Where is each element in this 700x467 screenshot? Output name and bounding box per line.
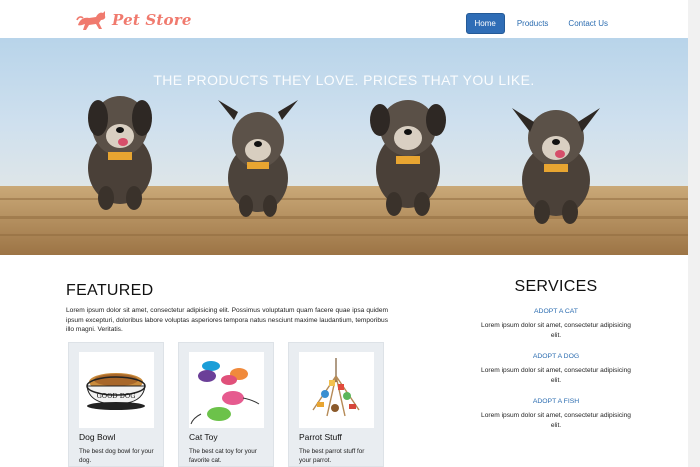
service-item: ADOPT A FISH Lorem ipsum dolor sit amet,… — [478, 398, 634, 430]
product-desc: The best cat toy for your favorite cat. — [189, 448, 257, 464]
page-scrollbar[interactable] — [688, 0, 700, 467]
product-card-parrot-stuff[interactable]: Parrot Stuff The best parrot stuff for y… — [288, 342, 384, 467]
service-text: Lorem ipsum dolor sit amet, consectetur … — [481, 367, 631, 384]
service-link-adopt-cat[interactable]: ADOPT A CAT — [478, 308, 634, 315]
dog-bowl-image: GOOD DOG — [79, 352, 154, 428]
brand-name: Pet Store — [112, 11, 192, 29]
services-heading: SERVICES — [514, 278, 598, 295]
brand-logo[interactable]: Pet Store — [74, 6, 192, 34]
hero-tagline: THE PRODUCTS THEY LOVE. PRICES THAT YOU … — [153, 72, 535, 88]
product-title: Cat Toy — [189, 432, 218, 442]
hero-banner: THE PRODUCTS THEY LOVE. PRICES THAT YOU … — [0, 38, 688, 255]
nav-contact-us[interactable]: Contact Us — [560, 14, 616, 33]
service-item: ADOPT A CAT Lorem ipsum dolor sit amet, … — [478, 308, 634, 340]
service-item: ADOPT A DOG Lorem ipsum dolor sit amet, … — [478, 353, 634, 385]
bowl-label: GOOD DOG — [97, 392, 136, 400]
product-desc: The best dog bowl for your dog. — [79, 448, 154, 464]
product-title: Parrot Stuff — [299, 432, 342, 442]
hero-dogs-image — [0, 96, 688, 255]
featured-intro: Lorem ipsum dolor sit amet, consectetur … — [66, 307, 388, 333]
product-card-cat-toy[interactable]: Cat Toy The best cat toy for your favori… — [178, 342, 274, 467]
cat-toy-image — [189, 352, 264, 428]
featured-heading: FEATURED — [66, 282, 154, 299]
product-title: Dog Bowl — [79, 432, 116, 442]
dog-1 — [88, 96, 152, 210]
parrot-stuff-image — [299, 352, 374, 428]
nav-products[interactable]: Products — [509, 14, 557, 33]
site-header: Pet Store Home Products Contact Us — [0, 0, 688, 38]
services-section: SERVICES ADOPT A CAT Lorem ipsum dolor s… — [478, 278, 634, 430]
main-nav: Home Products Contact Us — [465, 13, 617, 34]
dog-icon — [76, 11, 106, 30]
service-text: Lorem ipsum dolor sit amet, consectetur … — [481, 322, 631, 339]
nav-home[interactable]: Home — [465, 13, 505, 34]
product-desc: The best parrot stuff for your parrot. — [299, 448, 365, 464]
product-card-dog-bowl[interactable]: GOOD DOG Dog Bowl The best dog bowl for … — [68, 342, 164, 467]
service-link-adopt-dog[interactable]: ADOPT A DOG — [478, 353, 634, 360]
service-text: Lorem ipsum dolor sit amet, consectetur … — [481, 412, 631, 429]
service-link-adopt-fish[interactable]: ADOPT A FISH — [478, 398, 634, 405]
featured-section: FEATURED Lorem ipsum dolor sit amet, con… — [66, 282, 388, 335]
